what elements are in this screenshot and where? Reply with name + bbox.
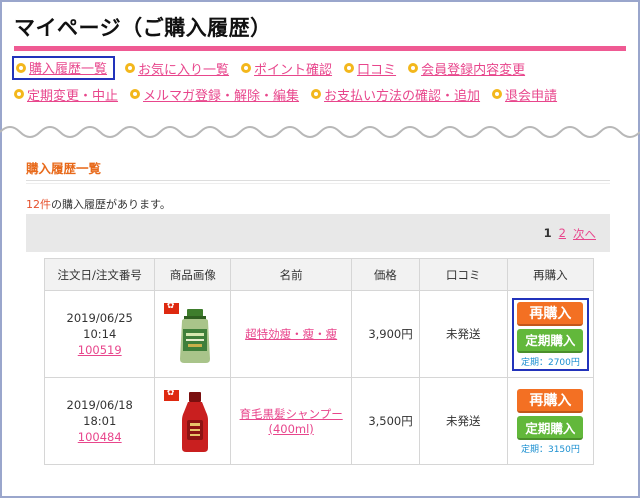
nav-label[interactable]: お支払い方法の確認・追加 — [324, 85, 480, 104]
nav-item-favorites[interactable]: お気に入り一覧 — [125, 59, 229, 78]
nav-item-purchase-history[interactable]: 購入履歴一覧 — [12, 56, 116, 80]
hongkong-flag-icon — [163, 388, 179, 401]
history-count: 12件の購入履歴があります。 — [26, 196, 171, 212]
nav-label[interactable]: 定期変更・中止 — [27, 85, 118, 104]
page-current: 1 — [543, 226, 552, 240]
rebuy-button-group: 再購入 定期購入 定期：3150円 — [508, 387, 593, 455]
wavy-divider — [0, 126, 640, 138]
col-header-review: 口コミ — [418, 258, 508, 291]
col-header-date: 注文日/注文番号 — [43, 258, 156, 291]
col-header-price: 価格 — [350, 258, 420, 291]
table-row: 2019/06/18 18:01 100484 ✿ 育毛黒髪シャンプー(400m… — [43, 377, 595, 465]
order-date: 2019/06/25 — [66, 311, 133, 325]
order-date-cell: 2019/06/25 10:14 100519 — [43, 290, 156, 378]
bullet-icon — [241, 63, 252, 73]
nav-row-1: 購入履歴一覧 お気に入り一覧 ポイント確認 口コミ 会員登録内容変更 — [12, 56, 537, 80]
pagination: 1 2 次へ — [544, 226, 596, 242]
col-header-image: 商品画像 — [154, 258, 232, 291]
title-underline — [14, 46, 626, 51]
section-divider — [26, 180, 610, 181]
bullet-icon — [16, 62, 26, 73]
nav-label[interactable]: メルマガ登録・解除・編集 — [143, 85, 299, 104]
order-date: 2019/06/18 — [66, 398, 133, 412]
section-divider-2 — [26, 183, 610, 184]
bullet-icon — [125, 63, 136, 73]
nav-item-reviews[interactable]: 口コミ — [344, 59, 396, 78]
bullet-icon — [311, 89, 322, 99]
order-date-cell: 2019/06/18 18:01 100484 — [43, 377, 156, 465]
table-header-row: 注文日/注文番号 商品画像 名前 価格 口コミ 再購入 — [43, 258, 595, 291]
subscription-buy-button[interactable]: 定期購入 — [517, 416, 584, 440]
green-bottle-icon[interactable] — [163, 301, 222, 365]
subscription-buy-button[interactable]: 定期購入 — [517, 328, 584, 353]
product-name-link[interactable]: 育毛黒髪シャンプー(400ml) — [240, 407, 343, 436]
table-row: 2019/06/25 10:14 100519 ✿ 超特効瘦・瘦・瘦 3,900… — [43, 290, 595, 378]
nav-item-withdraw[interactable]: 退会申請 — [492, 85, 557, 104]
nav-label[interactable]: 退会申請 — [505, 85, 557, 104]
review-cell: 未発送 — [418, 290, 508, 378]
rebuy-button-group: 再購入 定期購入 定期：2700円 — [511, 297, 589, 371]
order-number-link[interactable]: 100519 — [78, 343, 122, 357]
nav-label[interactable]: 購入履歴一覧 — [29, 58, 107, 77]
col-header-name: 名前 — [230, 258, 352, 291]
review-cell: 未発送 — [418, 377, 508, 465]
bullet-icon — [408, 63, 419, 73]
pager-bar: 1 2 次へ — [26, 214, 610, 252]
count-value: 12件 — [26, 198, 51, 211]
order-number-link[interactable]: 100484 — [78, 430, 122, 444]
bullet-icon — [130, 89, 141, 99]
nav-row-2: 定期変更・中止 メルマガ登録・解除・編集 お支払い方法の確認・追加 退会申請 — [14, 84, 569, 104]
nav-item-points[interactable]: ポイント確認 — [241, 59, 332, 78]
product-image-cell — [154, 377, 232, 465]
nav-item-member-info[interactable]: 会員登録内容変更 — [408, 59, 525, 78]
section-title: 購入履歴一覧 — [26, 161, 102, 176]
subscription-price: 定期：2700円 — [520, 357, 580, 368]
green-bottle-shape — [179, 309, 210, 363]
subscription-price: 定期：3150円 — [520, 445, 580, 455]
col-header-rebuy: 再購入 — [506, 258, 595, 291]
rebuy-cell: 再購入 定期購入 定期：2700円 — [506, 290, 595, 378]
next-page-link[interactable]: 次へ — [573, 226, 596, 242]
nav-item-newsletter[interactable]: メルマガ登録・解除・編集 — [130, 85, 299, 104]
nav-item-subscription-change[interactable]: 定期変更・中止 — [14, 85, 118, 104]
price-cell: 3,900円 — [350, 290, 420, 378]
rebuy-button[interactable]: 再購入 — [517, 301, 584, 326]
nav-label[interactable]: ポイント確認 — [254, 59, 332, 78]
page-2-link[interactable]: 2 — [559, 226, 566, 242]
rebuy-cell: 再購入 定期購入 定期：3150円 — [506, 377, 595, 465]
price-cell: 3,500円 — [350, 377, 420, 465]
bullet-icon — [14, 89, 24, 99]
product-name-cell: 超特効瘦・瘦・瘦 — [230, 290, 352, 378]
product-name-link[interactable]: 超特効瘦・瘦・瘦 — [245, 327, 337, 341]
product-name-cell: 育毛黒髪シャンプー(400ml) — [230, 377, 352, 465]
rebuy-button[interactable]: 再購入 — [517, 389, 584, 413]
order-time: 18:01 — [83, 414, 117, 428]
nav-item-payment[interactable]: お支払い方法の確認・追加 — [311, 85, 480, 104]
order-time: 10:14 — [83, 327, 117, 341]
page-title: マイページ（ご購入履歴） — [14, 16, 272, 40]
purchase-history-table: 注文日/注文番号 商品画像 名前 価格 口コミ 再購入 2019/06/25 1… — [43, 258, 595, 465]
red-bottle-icon[interactable] — [163, 388, 222, 452]
bullet-icon — [492, 89, 503, 99]
nav-label[interactable]: 口コミ — [357, 59, 396, 78]
hongkong-flag-icon — [163, 301, 179, 314]
bullet-icon — [344, 63, 355, 73]
nav-label[interactable]: 会員登録内容変更 — [421, 59, 525, 78]
count-suffix: の購入履歴があります。 — [51, 198, 171, 211]
product-image-cell — [154, 290, 232, 378]
nav-label[interactable]: お気に入り一覧 — [138, 59, 229, 78]
red-bottle-shape — [181, 392, 208, 452]
